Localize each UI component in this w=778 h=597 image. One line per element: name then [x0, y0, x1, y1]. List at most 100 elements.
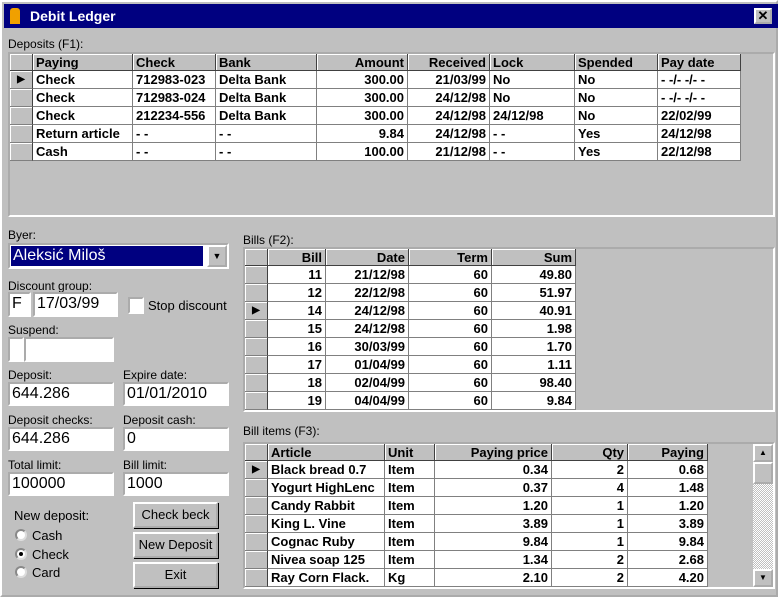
row-selector[interactable]	[10, 125, 33, 143]
expire-date-field[interactable]: 01/01/2010	[123, 382, 229, 406]
row-selector[interactable]	[245, 479, 268, 497]
table-row[interactable]: 17 01/04/99 60 1.11	[245, 356, 576, 374]
scroll-thumb[interactable]	[753, 462, 773, 484]
radio-card[interactable]	[15, 566, 27, 578]
table-cell[interactable]: 2.10	[435, 569, 552, 587]
table-cell[interactable]: 18	[268, 374, 326, 392]
column-header[interactable]: Paying	[628, 444, 708, 461]
table-cell[interactable]: Item	[385, 479, 435, 497]
column-header[interactable]: Date	[326, 249, 409, 266]
row-selector[interactable]	[245, 266, 268, 284]
table-cell[interactable]: No	[575, 107, 658, 125]
table-cell[interactable]: 1.98	[492, 320, 576, 338]
suspend-field[interactable]	[24, 337, 114, 362]
column-header[interactable]: Spended	[575, 54, 658, 71]
table-cell[interactable]: Ray Corn Flack.	[268, 569, 385, 587]
column-header[interactable]: Bank	[216, 54, 317, 71]
column-header[interactable]: Pay date	[658, 54, 741, 71]
table-cell[interactable]: 24/12/98	[408, 125, 490, 143]
table-cell[interactable]: 60	[409, 338, 492, 356]
table-cell[interactable]: Item	[385, 515, 435, 533]
table-cell[interactable]: 1.11	[492, 356, 576, 374]
row-selector[interactable]	[245, 284, 268, 302]
row-selector[interactable]	[245, 338, 268, 356]
table-cell[interactable]: 11	[268, 266, 326, 284]
table-cell[interactable]: 9.84	[435, 533, 552, 551]
discount-group-field[interactable]: F	[8, 292, 31, 317]
column-header[interactable]: Sum	[492, 249, 576, 266]
table-cell[interactable]: 60	[409, 374, 492, 392]
table-cell[interactable]: 22/12/98	[658, 143, 741, 161]
table-cell[interactable]: 60	[409, 356, 492, 374]
table-cell[interactable]: 300.00	[317, 71, 408, 89]
table-cell[interactable]: 712983-023	[133, 71, 216, 89]
table-cell[interactable]: 4.20	[628, 569, 708, 587]
table-row[interactable]: Cash - -- -100.00 21/12/98- - Yes 22/12/98	[10, 143, 741, 161]
table-cell[interactable]: 1	[552, 497, 628, 515]
row-selector[interactable]	[245, 392, 268, 410]
stop-discount-checkbox[interactable]	[128, 297, 144, 314]
table-row[interactable]: 16 30/03/99 60 1.70	[245, 338, 576, 356]
total-limit-field[interactable]: 100000	[8, 472, 114, 496]
table-cell[interactable]: 60	[409, 284, 492, 302]
bill-limit-field[interactable]: 1000	[123, 472, 229, 496]
table-cell[interactable]: 1.20	[435, 497, 552, 515]
table-cell[interactable]: - -	[490, 143, 575, 161]
table-cell[interactable]: 3.89	[435, 515, 552, 533]
current-row-indicator-icon[interactable]: ▶	[10, 71, 33, 89]
column-header[interactable]: Qty	[552, 444, 628, 461]
table-row[interactable]: Cognac Ruby Item 9.84 1 9.84	[245, 533, 708, 551]
chevron-down-icon[interactable]: ▼	[207, 245, 227, 267]
bills-grid[interactable]: Bill Date Term Sum 11 21/12/98 60 49.80 12 22/12/…	[243, 247, 775, 412]
table-cell[interactable]: 51.97	[492, 284, 576, 302]
row-selector[interactable]	[245, 515, 268, 533]
table-cell[interactable]: Item	[385, 551, 435, 569]
table-cell[interactable]: 15	[268, 320, 326, 338]
table-cell[interactable]: No	[575, 71, 658, 89]
table-cell[interactable]: 1.48	[628, 479, 708, 497]
table-cell[interactable]: Yes	[575, 143, 658, 161]
table-cell[interactable]: 1	[552, 533, 628, 551]
table-cell[interactable]: Check	[33, 107, 133, 125]
table-cell[interactable]: Cash	[33, 143, 133, 161]
table-row[interactable]: 19 04/04/99 60 9.84	[245, 392, 576, 410]
table-cell[interactable]: 60	[409, 320, 492, 338]
column-header[interactable]: Amount	[317, 54, 408, 71]
table-cell[interactable]: 24/12/98	[658, 125, 741, 143]
table-cell[interactable]: 2	[552, 569, 628, 587]
table-cell[interactable]: 2	[552, 551, 628, 569]
table-cell[interactable]: 712983-024	[133, 89, 216, 107]
deposit-checks-field[interactable]: 644.286	[8, 427, 114, 451]
table-cell[interactable]: 02/04/99	[326, 374, 409, 392]
table-cell[interactable]: 01/04/99	[326, 356, 409, 374]
vertical-scrollbar[interactable]: ▲ ▼	[753, 444, 773, 587]
exit-button[interactable]: Exit	[133, 562, 218, 588]
table-cell[interactable]: 1.70	[492, 338, 576, 356]
table-row[interactable]: 12 22/12/98 60 51.97	[245, 284, 576, 302]
column-header[interactable]: Lock	[490, 54, 575, 71]
row-selector[interactable]	[245, 374, 268, 392]
table-cell[interactable]: Delta Bank	[216, 71, 317, 89]
table-cell[interactable]: Item	[385, 533, 435, 551]
table-cell[interactable]: 24/12/98	[490, 107, 575, 125]
table-cell[interactable]: 12	[268, 284, 326, 302]
deposits-grid[interactable]: Paying Check Bank Amount Received Lock Spended…	[8, 52, 775, 217]
deposit-field[interactable]: 644.286	[8, 382, 114, 406]
table-cell[interactable]: King L. Vine	[268, 515, 385, 533]
table-cell[interactable]: - -/- -/- -	[658, 71, 741, 89]
column-header[interactable]: Bill	[268, 249, 326, 266]
table-cell[interactable]: 24/12/98	[408, 107, 490, 125]
table-cell[interactable]: 4	[552, 479, 628, 497]
new-deposit-button[interactable]: New Deposit	[133, 532, 218, 558]
row-selector[interactable]	[245, 320, 268, 338]
table-row[interactable]: Candy Rabbit Item 1.20 1 1.20	[245, 497, 708, 515]
column-header[interactable]: Received	[408, 54, 490, 71]
table-cell[interactable]: Cognac Ruby	[268, 533, 385, 551]
table-cell[interactable]: 24/12/98	[408, 89, 490, 107]
table-cell[interactable]: 24/12/98	[326, 302, 409, 320]
table-cell[interactable]: Item	[385, 497, 435, 515]
table-cell[interactable]: Nivea soap 125	[268, 551, 385, 569]
table-cell[interactable]: Delta Bank	[216, 89, 317, 107]
table-cell[interactable]: 21/12/98	[408, 143, 490, 161]
table-cell[interactable]: Item	[385, 461, 435, 479]
